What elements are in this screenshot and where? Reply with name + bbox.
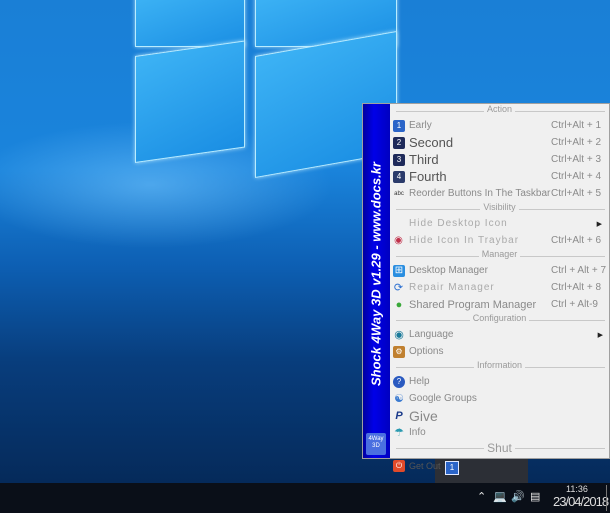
paypal-icon: P bbox=[395, 409, 403, 422]
help-icon: ? bbox=[393, 375, 405, 388]
wallpaper-pane bbox=[135, 40, 245, 163]
menu-item-shared-program-manager[interactable]: ● Shared Program Manager Ctrl + Alt-9 bbox=[390, 296, 609, 313]
menu-item-early[interactable]: 1 Early Ctrl+Alt + 1 bbox=[390, 117, 609, 134]
menu-item-options[interactable]: ⚙ Options bbox=[390, 343, 609, 360]
menu-item-fourth[interactable]: 4 Fourth Ctrl+Alt + 4 bbox=[390, 168, 609, 185]
clock-date[interactable]: 23/04/2018 bbox=[553, 494, 609, 509]
volume-icon[interactable]: 🔊 bbox=[511, 490, 525, 503]
menu-items: Action 1 Early Ctrl+Alt + 1 2 Second Ctr… bbox=[390, 104, 609, 474]
clock-time[interactable]: 11:36 bbox=[566, 484, 588, 494]
section-header-visibility: Visibility bbox=[390, 202, 609, 215]
show-desktop-button[interactable] bbox=[606, 485, 607, 511]
menu-item-help[interactable]: ? Help bbox=[390, 373, 609, 390]
menu-item-info[interactable]: ☂ Info bbox=[390, 424, 609, 441]
section-header-shut: Shut bbox=[390, 441, 609, 457]
info-icon: ☂ bbox=[394, 426, 404, 439]
network-icon[interactable]: 💻 bbox=[493, 490, 507, 503]
menu-item-desktop-manager[interactable]: ⊞ Desktop Manager Ctrl + Alt + 7 bbox=[390, 262, 609, 279]
blank-icon bbox=[393, 218, 405, 230]
eye-icon: ◉ bbox=[394, 234, 404, 246]
app-logo: 4Way 3D bbox=[366, 433, 386, 455]
menu-item-third[interactable]: 3 Third Ctrl+Alt + 3 bbox=[390, 151, 609, 168]
menu-item-language[interactable]: ◉ Language ▶ bbox=[390, 326, 609, 343]
menu-item-google-groups[interactable]: ☯ Google Groups bbox=[390, 390, 609, 407]
google-groups-icon: ☯ bbox=[394, 392, 404, 405]
fourth-icon: 4 bbox=[393, 170, 405, 183]
menu-sidebar: Shock 4Way 3D v1.29 - www.docs.kr 4Way 3… bbox=[363, 104, 390, 458]
sidebar-title: Shock 4Way 3D v1.29 - www.docs.kr bbox=[368, 162, 384, 386]
third-icon: 3 bbox=[393, 153, 405, 166]
repair-icon: ⟳ bbox=[393, 281, 405, 294]
section-header-action: Action bbox=[390, 104, 609, 117]
menu-item-second[interactable]: 2 Second Ctrl+Alt + 2 bbox=[390, 134, 609, 151]
submenu-arrow-icon: ▶ bbox=[596, 220, 603, 228]
shared-icon: ● bbox=[395, 298, 403, 311]
windows-icon: ⊞ bbox=[393, 264, 405, 277]
menu-item-hide-desktop-icon[interactable]: Hide Desktop Icon ▶ bbox=[390, 215, 609, 232]
submenu-arrow-icon: ▶ bbox=[597, 331, 603, 339]
globe-icon: ◉ bbox=[394, 328, 404, 341]
options-icon: ⚙ bbox=[393, 345, 405, 358]
wallpaper-pane bbox=[135, 0, 245, 47]
section-header-information: Information bbox=[390, 360, 609, 373]
menu-item-give[interactable]: P Give bbox=[390, 407, 609, 424]
show-hidden-icons-chevron-icon[interactable]: ⌃ bbox=[477, 490, 486, 503]
menu-item-get-out[interactable]: ⏻ Get Out bbox=[390, 457, 609, 474]
context-menu: Shock 4Way 3D v1.29 - www.docs.kr 4Way 3… bbox=[362, 103, 610, 472]
early-icon: 1 bbox=[393, 119, 405, 132]
abc-icon: abc bbox=[394, 190, 404, 197]
menu-item-repair-manager[interactable]: ⟳ Repair Manager Ctrl+Alt + 8 bbox=[390, 279, 609, 296]
power-icon: ⏻ bbox=[393, 459, 405, 472]
section-header-manager: Manager bbox=[390, 249, 609, 262]
second-icon: 2 bbox=[393, 136, 405, 149]
menu-item-reorder-buttons[interactable]: abc Reorder Buttons In The Taskbar Ctrl+… bbox=[390, 185, 609, 202]
section-header-configuration: Configuration bbox=[390, 313, 609, 326]
action-center-icon[interactable]: ▤ bbox=[530, 490, 540, 503]
menu-item-hide-icon-traybar[interactable]: ◉ Hide Icon In Traybar Ctrl+Alt + 6 bbox=[390, 232, 609, 249]
